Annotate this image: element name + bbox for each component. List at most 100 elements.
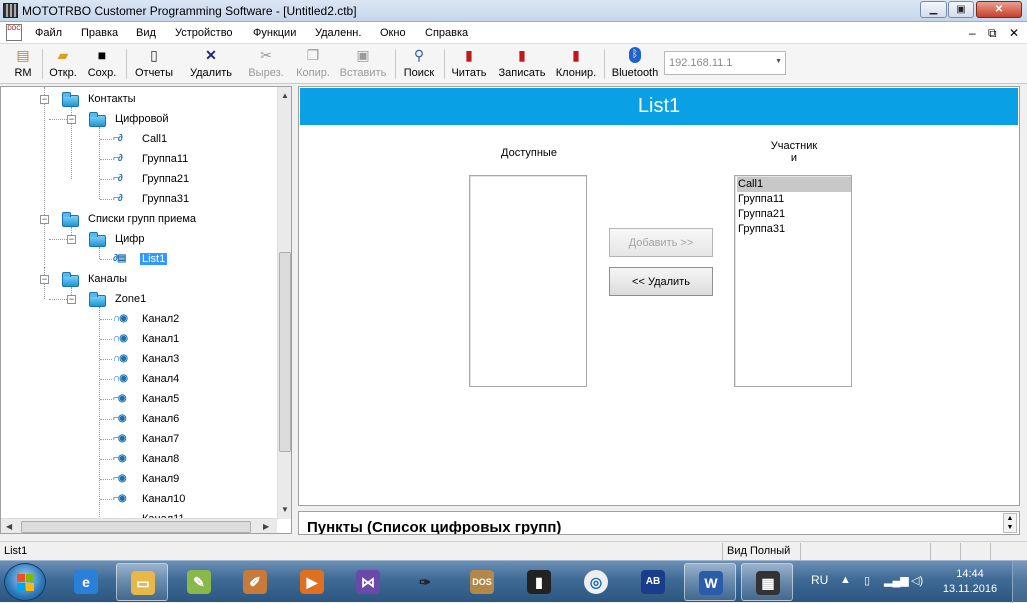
tree-horizontal-scrollbar[interactable]: ◀ ▶ xyxy=(1,518,277,533)
rm-button[interactable]: ▤ RM xyxy=(8,47,38,82)
member-item[interactable]: Группа31 xyxy=(737,222,851,237)
tree-node-channel4[interactable]: Канал4 xyxy=(142,371,179,387)
collapse-toggle[interactable]: − xyxy=(40,275,49,284)
tree-node-group31[interactable]: Группа31 xyxy=(142,191,189,207)
tree-vertical-scrollbar[interactable]: ▲ ▼ xyxy=(277,87,291,519)
taskbar-visual-studio[interactable]: ⋈ xyxy=(342,563,394,601)
tree-node-channel10[interactable]: Канал10 xyxy=(142,491,185,507)
members-listbox[interactable]: Call1 Группа11 Группа21 Группа31 xyxy=(734,175,852,387)
tree-node-zone1[interactable]: Zone1 xyxy=(115,291,146,307)
write-button[interactable]: ▮ Записать xyxy=(496,47,548,82)
toolbar: ▤ RM ▰ Откр. ■ Сохр. ▯ Отчеты ✕ Удалить … xyxy=(0,44,1027,84)
tree-node-contacts[interactable]: Контакты xyxy=(88,91,136,107)
minimize-button[interactable]: ▁ xyxy=(920,1,947,18)
scroll-down-arrow-icon[interactable]: ▼ xyxy=(281,505,289,514)
reports-button[interactable]: ▯ Отчеты xyxy=(132,47,176,82)
scroll-right-arrow-icon[interactable]: ▶ xyxy=(263,522,269,531)
tree-node-rx-group-lists[interactable]: Списки групп приема xyxy=(88,211,196,227)
start-button[interactable] xyxy=(4,563,46,601)
volume-icon[interactable]: ◁) xyxy=(911,574,923,587)
tree-node-call1[interactable]: Call1 xyxy=(142,131,167,147)
taskbar-media-player[interactable]: ▶ xyxy=(286,563,338,601)
chevron-down-icon[interactable]: ▼ xyxy=(775,58,782,65)
available-listbox[interactable] xyxy=(469,175,587,387)
menu-window[interactable]: Окно xyxy=(380,27,406,39)
read-button[interactable]: ▮ Читать xyxy=(450,47,488,82)
collapse-toggle[interactable]: − xyxy=(67,295,76,304)
tree-node-channel7[interactable]: Канал7 xyxy=(142,431,179,447)
taskbar-dosbox[interactable]: DOS xyxy=(456,563,508,601)
taskbar-microphone-app[interactable]: ✑ xyxy=(399,563,451,601)
scroll-up-arrow-icon[interactable]: ▲ xyxy=(281,91,289,100)
clone-button[interactable]: ▮ Клонир. xyxy=(555,47,597,82)
show-hidden-icons-icon[interactable]: ▲ xyxy=(840,574,851,586)
app-icon[interactable] xyxy=(3,3,18,18)
spin-down-icon[interactable]: ▼ xyxy=(1004,523,1016,532)
mdi-restore-button[interactable]: ⧉ xyxy=(988,26,997,41)
copy-button[interactable]: ❐ Копир. xyxy=(293,47,333,82)
mdi-close-button[interactable]: ✕ xyxy=(1009,26,1019,40)
menu-remote[interactable]: Удаленн. xyxy=(315,27,361,39)
open-button[interactable]: ▰ Откр. xyxy=(47,47,79,82)
taskbar-art-tool[interactable]: ✐ xyxy=(229,563,281,601)
menu-file[interactable]: Файл xyxy=(35,27,62,39)
member-item[interactable]: Группа11 xyxy=(737,192,851,207)
tree-node-list1[interactable]: List1 xyxy=(140,251,168,267)
tree-node-digital-contacts[interactable]: Цифровой xyxy=(115,111,169,127)
menu-device[interactable]: Устройство xyxy=(175,27,233,39)
menu-help[interactable]: Справка xyxy=(425,27,468,39)
delete-button[interactable]: ✕ Удалить xyxy=(187,47,235,82)
tree-node-channels[interactable]: Каналы xyxy=(88,271,127,287)
network-signal-icon[interactable]: ▂▄▆ xyxy=(884,574,909,587)
tree-vertical-scroll-thumb[interactable] xyxy=(279,252,291,452)
taskbar-file-explorer[interactable]: ▭ xyxy=(116,563,168,601)
spin-up-icon[interactable]: ▲ xyxy=(1004,514,1016,523)
navigation-tree[interactable]: − Контакты − Цифровой ⌐∂ Call1 ⌐∂ Группа… xyxy=(0,86,292,534)
save-button[interactable]: ■ Сохр. xyxy=(86,47,118,82)
taskbar-mototrbo-cps[interactable]: ▦ xyxy=(741,563,793,601)
mdi-minimize-button[interactable]: – xyxy=(969,26,976,40)
search-button[interactable]: ⚲ Поиск xyxy=(400,47,438,82)
collapse-toggle[interactable]: − xyxy=(40,95,49,104)
document-icon[interactable]: DOC xyxy=(6,24,22,41)
tree-node-channel9[interactable]: Канал9 xyxy=(142,471,179,487)
tree-node-channel6[interactable]: Канал6 xyxy=(142,411,179,427)
menu-functions[interactable]: Функции xyxy=(253,27,296,39)
taskbar-radio-app[interactable]: ▮ xyxy=(513,563,565,601)
collapse-toggle[interactable]: − xyxy=(40,215,49,224)
tree-node-channel1[interactable]: Канал1 xyxy=(142,331,179,347)
member-item[interactable]: Группа21 xyxy=(737,207,851,222)
cut-button[interactable]: ✂ Вырез. xyxy=(246,47,286,82)
tree-node-group11[interactable]: Группа11 xyxy=(142,151,188,167)
tree-node-group21[interactable]: Группа21 xyxy=(142,171,189,187)
taskbar-word[interactable]: W xyxy=(684,563,736,601)
member-item[interactable]: Call1 xyxy=(737,177,851,192)
ip-address-combobox[interactable]: 192.168.11.1 ▼ xyxy=(664,51,786,75)
system-clock[interactable]: 14:44 13.11.2016 xyxy=(936,567,1004,597)
close-button[interactable]: ✕ xyxy=(976,1,1022,18)
collapse-toggle[interactable]: − xyxy=(67,115,76,124)
remove-button[interactable]: << Удалить xyxy=(609,267,713,296)
maximize-button[interactable]: ▣ xyxy=(948,1,974,18)
info-pane-spinner[interactable]: ▲ ▼ xyxy=(1003,513,1017,533)
tree-node-channel2[interactable]: Канал2 xyxy=(142,311,179,327)
show-desktop-button[interactable] xyxy=(1012,561,1027,603)
tree-node-channel5[interactable]: Канал5 xyxy=(142,391,179,407)
taskbar-internet-explorer[interactable]: e xyxy=(60,563,112,601)
tree-node-channel3[interactable]: Канал3 xyxy=(142,351,179,367)
paste-button[interactable]: ▣ Вставить xyxy=(338,47,388,82)
input-language-indicator[interactable]: RU xyxy=(811,573,828,587)
tree-horizontal-scroll-thumb[interactable] xyxy=(21,521,251,533)
taskbar-abbyy-lingvo[interactable]: AB xyxy=(627,563,679,601)
collapse-toggle[interactable]: − xyxy=(67,235,76,244)
menu-view[interactable]: Вид xyxy=(136,27,156,39)
taskbar-paint[interactable]: ✎ xyxy=(173,563,225,601)
battery-icon[interactable]: ▯ xyxy=(864,574,870,587)
tree-node-digital-lists[interactable]: Цифр xyxy=(115,231,144,247)
taskbar-target-app[interactable]: ◎ xyxy=(570,563,622,601)
menu-edit[interactable]: Правка xyxy=(81,27,118,39)
bluetooth-button[interactable]: ᛒ Bluetooth xyxy=(610,47,660,82)
tree-node-channel8[interactable]: Канал8 xyxy=(142,451,179,467)
scroll-left-arrow-icon[interactable]: ◀ xyxy=(6,522,12,531)
add-button[interactable]: Добавить >> xyxy=(609,228,713,257)
